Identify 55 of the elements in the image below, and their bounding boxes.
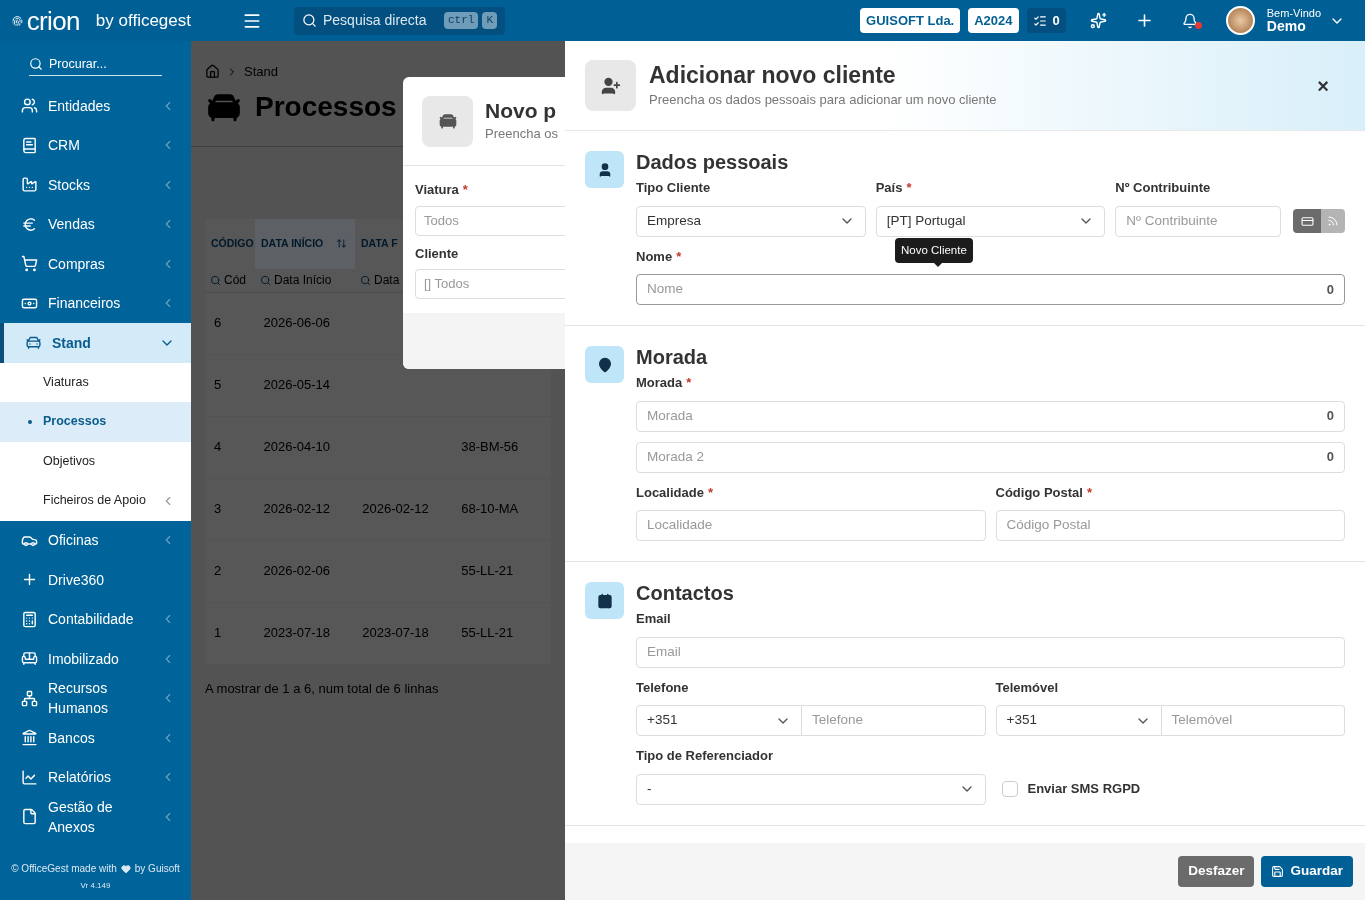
table-cell: 2023-07-18: [362, 625, 429, 641]
table-cell: 2023-07-18: [263, 625, 330, 641]
table-cell: 68-10-MA: [461, 501, 519, 517]
credits-text: by Guisoft: [134, 862, 180, 876]
table-summary: A mostrar de 1 a 6, num total de 6 linhas: [204, 679, 440, 698]
logo-suffix: by officegest: [95, 9, 191, 32]
table-cell: 55-LL-21: [461, 563, 514, 579]
table-cell: 2026-05-14: [263, 377, 330, 393]
table-cell: 38-BM-56: [461, 439, 519, 455]
search-placeholder: Pesquisa directa: [323, 11, 427, 30]
checkbox-label: Enviar SMS RGPD: [1027, 780, 1141, 798]
section-title: Contactos: [636, 581, 735, 606]
tooltip: Novo Cliente: [895, 238, 973, 264]
logo: crion: [26, 7, 80, 34]
field-label: Localidade *: [636, 483, 713, 502]
modal-title: Novo p: [485, 98, 558, 125]
field-label: Código Postal *: [995, 483, 1092, 502]
field-label: Telemóvel: [995, 678, 1059, 697]
field-label: Morada *: [636, 374, 692, 392]
table-cell: 1: [214, 625, 222, 641]
field-label: Nome *: [636, 247, 682, 266]
table-cell: 2026-06-06: [263, 315, 330, 331]
table-cell: 2026-02-12: [263, 501, 330, 517]
drawer-title: Adicionar novo cliente: [649, 61, 897, 91]
character-counter: 0: [1326, 448, 1334, 467]
credits-text: © OfficeGest made with: [11, 862, 117, 876]
drawer-subtitle: Preencha os dados pessoais para adicionar um novo cliente: [649, 91, 997, 110]
field-label: Nº Contribuinte: [1115, 179, 1211, 197]
user-name: Demo: [1266, 19, 1307, 33]
table-cell: 5: [214, 377, 222, 393]
greeting: Bem-Vindo: [1266, 8, 1321, 19]
table-cell: 2026-02-12: [362, 501, 429, 517]
section-title: Dados pessoais: [636, 150, 790, 175]
shortcut-key: ctrl: [444, 12, 479, 29]
field-label: Telefone: [636, 678, 689, 697]
table-cell: 6: [214, 315, 222, 331]
modal-subtitle: Preencha os: [485, 125, 558, 144]
character-counter: 0: [1326, 280, 1334, 299]
table-cell: 2: [214, 563, 222, 579]
version-text: Vr 4.149: [80, 880, 111, 892]
table-cell: 55-LL-21: [461, 625, 514, 641]
table-cell: 3: [214, 501, 222, 517]
field-label: Tipo Cliente: [636, 179, 711, 197]
field-label: Viatura *: [415, 181, 468, 199]
field-label: País *: [875, 179, 912, 197]
table-cell: 4: [214, 439, 222, 455]
table-cell: 2026-02-06: [263, 563, 330, 579]
table-cell: 2026-04-10: [263, 439, 330, 455]
shortcut-key: K: [482, 12, 497, 29]
page-title: Processos: [255, 89, 397, 124]
section-title: Morada: [636, 345, 709, 370]
field-label: Cliente: [415, 244, 459, 263]
field-label: Email: [636, 610, 671, 628]
field-label: Tipo de Referenciador: [636, 747, 773, 765]
character-counter: 0: [1326, 407, 1334, 426]
